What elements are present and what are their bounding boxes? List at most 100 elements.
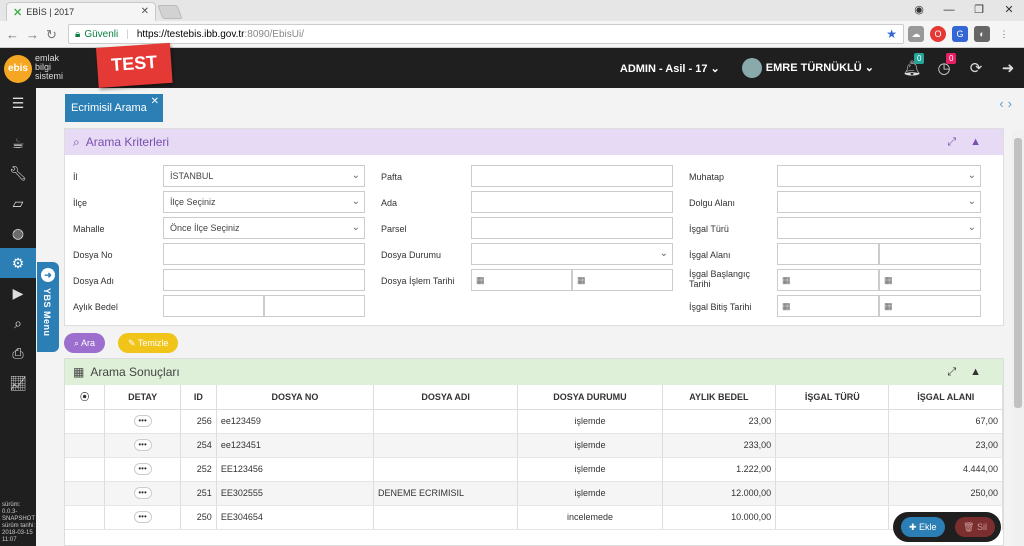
detail-button[interactable]: ••• (133, 439, 152, 451)
logo-text: emlak bilgi sistemi (35, 53, 64, 81)
isgal-alani-max-input[interactable] (879, 243, 981, 265)
tab-ecrimisil-arama[interactable]: Ecrimisil Arama ✕ (65, 94, 163, 122)
print-icon[interactable]: ⎙ (0, 338, 36, 368)
muhatap-label: Muhatap (689, 172, 725, 182)
table-row[interactable]: ••• 251 EE302555 DENEME ECRIMISIL işlemde 1… (65, 481, 1003, 506)
isgal-baslangic-end[interactable]: ▦ (879, 269, 981, 291)
off-extension-icon[interactable]: ◐ (974, 26, 990, 42)
browser-tabbar: ✕ EBİS | 2017 ✕ ◉ — ❐ ✕ (0, 0, 1024, 21)
column-dosya-durumu[interactable]: DOSYA DURUMU (517, 385, 663, 410)
il-label: İl (73, 172, 78, 182)
forward-icon[interactable]: → (26, 27, 39, 42)
ilce-label: İlçe (73, 198, 88, 208)
table-row[interactable]: ••• 254 ee123451 işlemde 233,00 23,00 (65, 433, 1003, 458)
delete-button[interactable]: 🗑︎ Sil (955, 517, 995, 537)
header-right: ADMIN - Asil - 17 ⌄ EMRE TÜRNÜKLÜ ⌄ 🔔︎ 0 … (620, 48, 1024, 88)
aylik-bedel-label: Aylık Bedel (73, 302, 118, 312)
user-menu[interactable]: EMRE TÜRNÜKLÜ ⌄ (741, 58, 874, 78)
column-detay[interactable]: DETAY (104, 385, 181, 410)
chart-icon[interactable]: 📈︎ (0, 368, 36, 398)
dolgu-alani-select[interactable]: ⌄ (777, 191, 981, 213)
browser-menu-icon[interactable]: ⋮ (996, 26, 1012, 42)
history-icon[interactable]: ◷ 0 (928, 53, 960, 77)
panel-tools[interactable]: ⤢▲ (947, 136, 995, 149)
browser-tab[interactable]: ✕ EBİS | 2017 ✕ (6, 2, 156, 21)
url-input[interactable]: 🔒︎ Güvenli | https://testebis.ibb.gov.tr… (68, 24, 904, 44)
column-isgal-turu[interactable]: İŞGAL TÜRÜ (775, 385, 890, 410)
mahalle-label: Mahalle (73, 224, 105, 234)
isgal-alani-min-input[interactable] (777, 243, 879, 265)
coffee-icon[interactable]: ☕︎ (0, 128, 36, 158)
play-icon[interactable]: ▶ (0, 278, 36, 308)
pafta-input[interactable] (471, 165, 673, 187)
bookmark-star-icon[interactable]: ★ (886, 27, 897, 41)
detail-button[interactable]: ••• (133, 511, 152, 523)
isgal-bitis-end[interactable]: ▦ (879, 295, 981, 317)
new-tab-button[interactable] (157, 5, 183, 19)
opera-extension-icon[interactable]: O (930, 26, 946, 42)
isgal-bitis-start[interactable]: ▦ (777, 295, 879, 317)
isgal-baslangic-start[interactable]: ▦ (777, 269, 879, 291)
dosya-no-input[interactable] (163, 243, 365, 265)
close-tab-icon[interactable]: ✕ (151, 96, 159, 107)
extensions: ☁ O G ◐ ⋮ (908, 26, 1012, 42)
menu-toggle-icon[interactable]: ☰ (0, 88, 36, 118)
globe-icon[interactable]: ◍ (0, 218, 36, 248)
profile-icon[interactable]: ◉ (904, 0, 934, 21)
ybs-menu-toggle[interactable]: ➜ YBS Menu (37, 262, 59, 352)
add-button[interactable]: ✚ Ekle (901, 517, 945, 537)
search-icon[interactable]: ⌕ (0, 308, 36, 338)
muhatap-select[interactable]: ⌄ (777, 165, 981, 187)
logout-icon[interactable]: ➜ (992, 59, 1024, 77)
mahalle-select[interactable]: Önce İlçe Seçiniz ⌄ (163, 217, 365, 239)
search-button[interactable]: ⌕ Ara (64, 333, 106, 353)
dosya-durumu-select[interactable]: ⌄ (471, 243, 673, 265)
dosya-islem-tarihi-start[interactable]: ▦ (471, 269, 572, 291)
folder-icon[interactable]: ▱ (0, 188, 36, 218)
back-icon[interactable]: ← (6, 27, 19, 42)
ada-input[interactable] (471, 191, 673, 213)
main-content: Ecrimisil Arama ✕ ‹› ⌕ Arama Kriterleri ⤢… (60, 88, 1024, 546)
notification-bell-icon[interactable]: 🔔︎ 0 (896, 53, 928, 77)
tab-scroll-arrows[interactable]: ‹› (999, 96, 1016, 111)
table-row[interactable]: ••• 252 EE123456 işlemde 1.222,00 4.444,00 (65, 457, 1003, 482)
ilce-select[interactable]: İlçe Seçiniz ⌄ (163, 191, 365, 213)
detail-button[interactable]: ••• (133, 415, 152, 427)
parsel-input[interactable] (471, 217, 673, 239)
panel-tools[interactable]: ⤢▲ (947, 366, 995, 379)
wrench-icon[interactable]: 🔧︎ (0, 158, 36, 188)
aylik-bedel-min-input[interactable] (163, 295, 264, 317)
close-tab-icon[interactable]: ✕ (141, 6, 149, 17)
dosya-adi-input[interactable] (163, 269, 365, 291)
aylik-bedel-max-input[interactable] (264, 295, 365, 317)
role-selector[interactable]: ADMIN - Asil - 17 ⌄ (620, 62, 720, 75)
column-dosya-no[interactable]: DOSYA NO (216, 385, 375, 410)
browser-tab-title: EBİS | 2017 (26, 7, 75, 17)
column-id[interactable]: ID (180, 385, 217, 410)
column-isgal-alani[interactable]: İŞGAL ALANI (888, 385, 1003, 410)
gear-icon[interactable]: ⚙ (0, 248, 36, 278)
isgal-turu-select[interactable]: ⌄ (777, 217, 981, 239)
results-title: Arama Sonuçları (90, 365, 180, 379)
column-aylik-bedel[interactable]: AYLIK BEDEL (662, 385, 777, 410)
isgal-alani-label: İşgal Alanı (689, 250, 731, 260)
detail-button[interactable]: ••• (133, 463, 152, 475)
minimize-icon[interactable]: — (934, 0, 964, 21)
table-row[interactable]: ••• 250 EE304654 incelemede 10.000,00 (65, 505, 1003, 530)
column-dosya-adi[interactable]: DOSYA ADI (373, 385, 519, 410)
dolgu-alani-label: Dolgu Alanı (689, 198, 736, 208)
cloud-extension-icon[interactable]: ☁ (908, 26, 924, 42)
translate-extension-icon[interactable]: G (952, 26, 968, 42)
detail-button[interactable]: ••• (133, 487, 152, 499)
dosya-islem-tarihi-end[interactable]: ▦ (572, 269, 673, 291)
il-select[interactable]: İSTANBUL ⌄ (163, 165, 365, 187)
page-scrollbar[interactable] (1012, 130, 1024, 546)
table-row[interactable]: ••• 256 ee123459 işlemde 23,00 67,00 (65, 409, 1003, 434)
ebis-logo[interactable]: ebis (4, 55, 32, 83)
maximize-icon[interactable]: ❐ (964, 0, 994, 21)
clear-button[interactable]: ✎ Temizle (118, 333, 179, 353)
scrollbar-thumb[interactable] (1014, 138, 1022, 408)
close-window-icon[interactable]: ✕ (994, 0, 1024, 21)
reload-icon[interactable]: ↻ (46, 27, 57, 43)
refresh-icon[interactable]: ⟳ (960, 59, 992, 77)
